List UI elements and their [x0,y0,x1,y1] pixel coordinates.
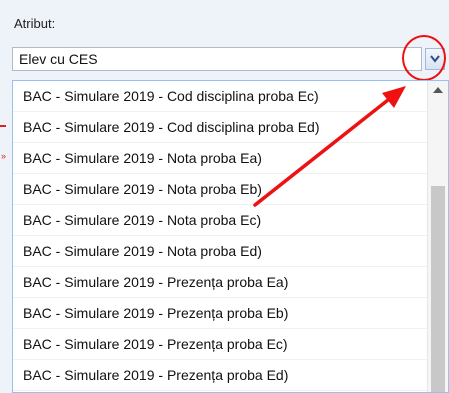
attribute-panel: » Atribut: Elev cu CES BAC - Simulare 20… [0,0,449,393]
list-item[interactable]: BAC - Simulare 2019 - Cod disciplina pro… [13,81,428,112]
attribute-label: Atribut: [14,16,56,31]
list-item[interactable]: BAC - Simulare 2019 - Nota proba Eb) [13,174,428,205]
attribute-dropdown-list[interactable]: BAC - Simulare 2019 - Cod disciplina pro… [12,80,449,393]
list-item[interactable]: BAC - Simulare 2019 - Cod disciplina pro… [13,112,428,143]
list-item[interactable]: BAC - Simulare 2019 - Prezența proba Eb) [13,298,428,329]
list-item[interactable]: BAC - Simulare 2019 - Prezența proba Ec) [13,329,428,360]
list-item[interactable]: BAC - Simulare 2019 - Prezența proba Ea) [13,267,428,298]
combobox-selected-value: Elev cu CES [19,51,98,67]
small-arrow-icon: » [1,151,7,161]
dropdown-scrollbar[interactable] [427,81,448,392]
dropdown-items: BAC - Simulare 2019 - Cod disciplina pro… [13,81,428,391]
list-item[interactable]: BAC - Simulare 2019 - Nota proba Ed) [13,236,428,267]
left-edge-marks: » [0,0,12,393]
list-item[interactable]: BAC - Simulare 2019 - Nota proba Ec) [13,205,428,236]
list-item[interactable]: BAC - Simulare 2019 - Nota proba Ea) [13,143,428,174]
attribute-combobox[interactable]: Elev cu CES [12,47,422,71]
scrollbar-thumb[interactable] [431,186,445,392]
red-tick-mark [0,125,6,127]
list-item[interactable]: BAC - Simulare 2019 - Prezența proba Ed) [13,360,428,391]
annotation-highlight-circle [402,35,446,81]
scroll-up-icon[interactable] [433,87,443,93]
